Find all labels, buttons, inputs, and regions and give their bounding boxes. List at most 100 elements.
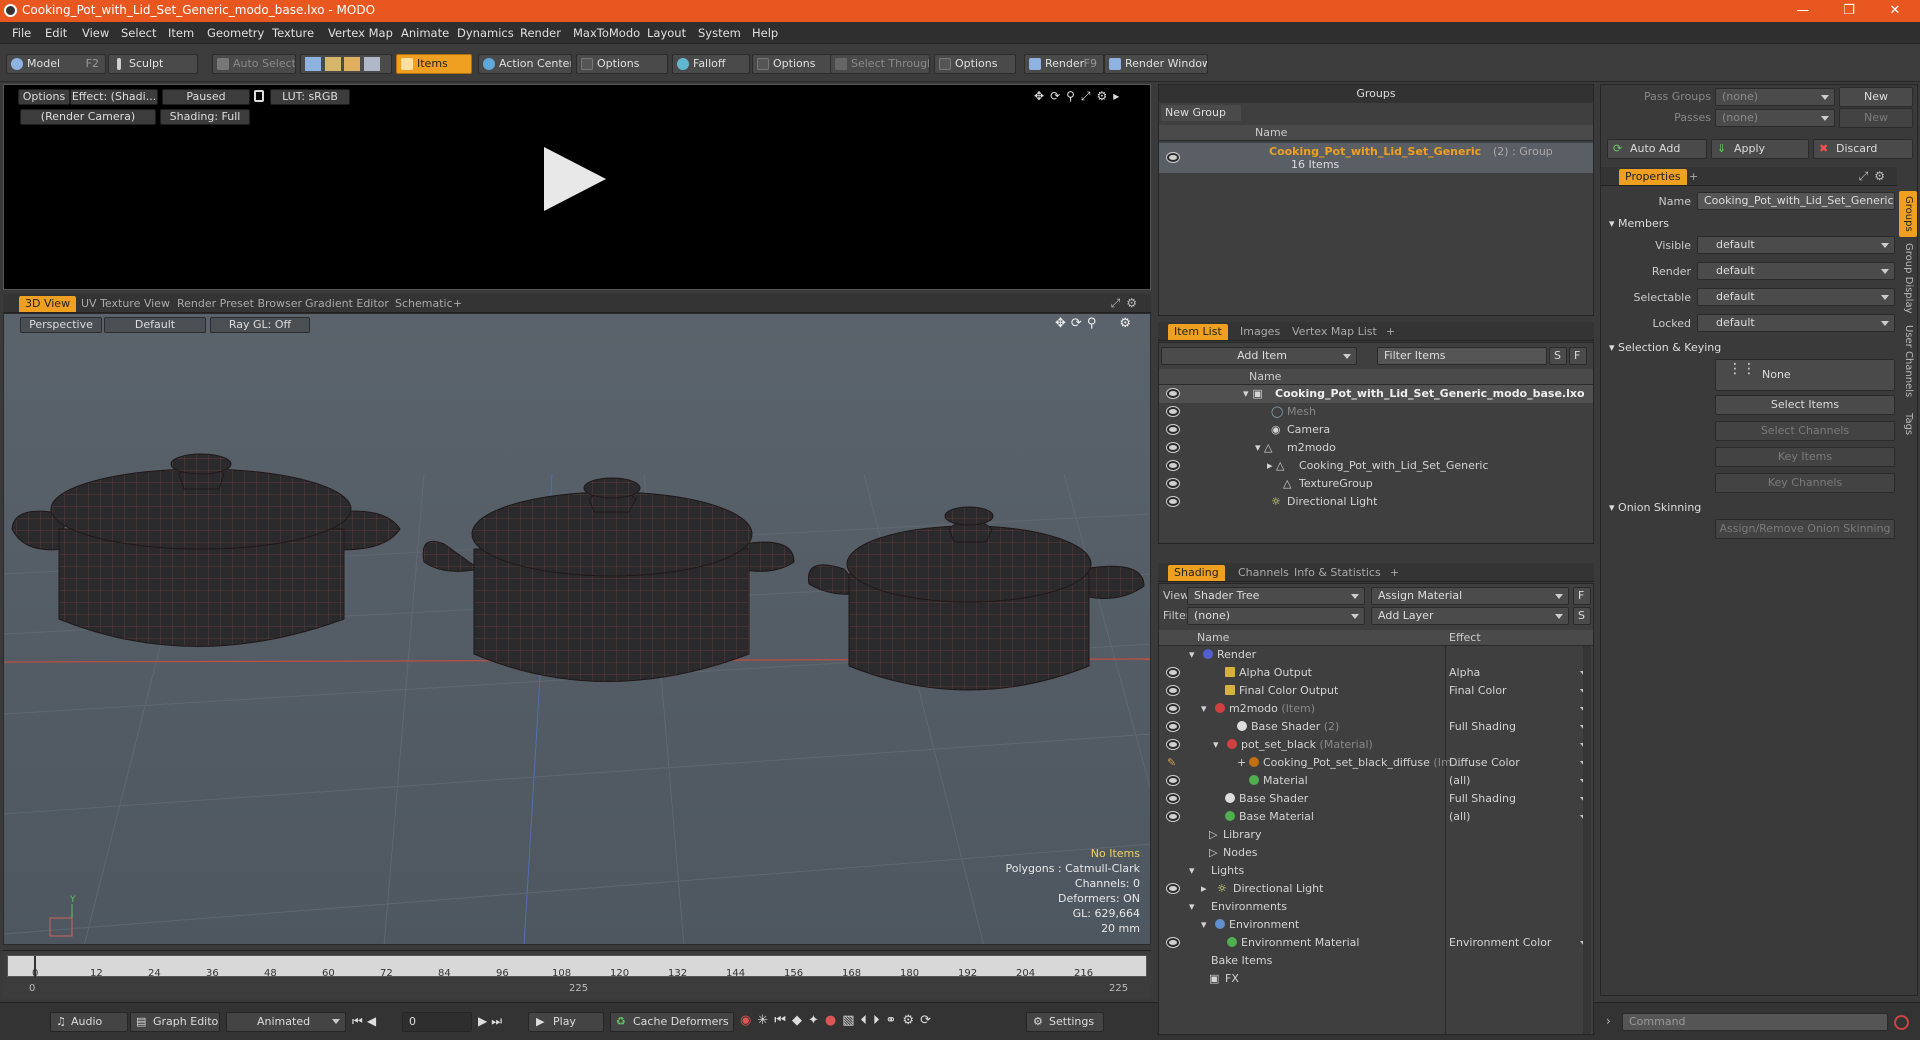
render-window-button[interactable]: Render Window <box>1104 54 1208 74</box>
menu-view[interactable]: View <box>82 26 109 40</box>
cache-deformers-button[interactable]: ♻ Cache Deformers <box>610 1012 734 1032</box>
filter-items-input[interactable]: Filter Items <box>1377 347 1547 365</box>
key-next-icon[interactable]: ✦ <box>808 1013 825 1028</box>
table-row[interactable]: ▾ Environments <box>1159 898 1593 916</box>
none-button[interactable]: ⋮⋮ None <box>1715 359 1895 391</box>
table-row[interactable]: ▾ Environment <box>1159 916 1593 934</box>
s-button[interactable]: S <box>1573 607 1591 625</box>
tab-shading[interactable]: Shading <box>1168 565 1225 581</box>
select-through-button[interactable]: Select Through <box>830 54 930 74</box>
edges-mode-icon[interactable] <box>324 57 341 71</box>
menu-render[interactable]: Render <box>520 26 561 40</box>
preview-paused-button[interactable]: Paused <box>162 89 250 105</box>
maximize-icon[interactable]: ⤢ <box>1859 169 1875 183</box>
tab-images[interactable]: Images <box>1234 324 1286 340</box>
channels-icon[interactable]: ⚙ <box>902 1013 920 1028</box>
auto-key-icon[interactable]: ✳ <box>757 1013 774 1028</box>
menu-vertex-map[interactable]: Vertex Map <box>328 26 393 40</box>
minimize-icon[interactable]: — <box>1780 0 1826 22</box>
action-center-options-button[interactable]: Options <box>576 54 668 74</box>
name-input[interactable]: Cooking_Pot_with_Lid_Set_Generic <box>1697 192 1895 210</box>
loop-icon[interactable]: ⟳ <box>920 1013 937 1028</box>
step-forward-icon[interactable]: ▶ <box>478 1014 491 1028</box>
list-item[interactable]: △ TextureGroup <box>1159 475 1593 493</box>
render-button[interactable]: Render F9 <box>1024 54 1104 74</box>
auto-select-button[interactable]: Auto Select <box>212 54 296 74</box>
eye-icon[interactable] <box>1167 884 1179 893</box>
gear-icon[interactable]: ⚙ <box>1097 89 1114 103</box>
auto-add-button[interactable]: ⟳ Auto Add <box>1607 139 1707 159</box>
zoom-icon[interactable]: ⚲ <box>1066 89 1081 103</box>
polygons-mode-icon[interactable] <box>344 57 360 71</box>
table-row[interactable]: Environment Material Environment Color <box>1159 934 1593 952</box>
menu-geometry[interactable]: Geometry <box>207 26 264 40</box>
vertices-mode-icon[interactable] <box>305 57 321 71</box>
timeline-ruler[interactable]: 0 12 24 36 48 60 72 84 96 108 120 132 14… <box>7 955 1147 979</box>
add-tab-button[interactable]: + <box>1683 169 1704 185</box>
tab-3d-view[interactable]: 3D View <box>19 296 77 312</box>
frame-prev-icon[interactable]: ⏴ <box>861 1013 874 1028</box>
table-row[interactable]: ▾ Lights <box>1159 862 1593 880</box>
list-item[interactable]: ▾ △ m2modo <box>1159 439 1593 457</box>
selectable-dropdown[interactable]: default <box>1697 288 1895 306</box>
pot-left[interactable] <box>11 453 401 647</box>
passes-dropdown[interactable]: (none) <box>1715 109 1835 127</box>
falloff-button[interactable]: Falloff <box>672 54 750 74</box>
maximize-icon[interactable]: ⤢ <box>1111 296 1127 310</box>
f-button[interactable]: F <box>1569 347 1587 365</box>
menu-animate[interactable]: Animate <box>401 26 449 40</box>
gear-icon[interactable]: ⚙ <box>1126 296 1143 310</box>
tab-uv-texture-view[interactable]: UV Texture View <box>75 296 176 312</box>
action-center-button[interactable]: Action Center <box>478 54 572 74</box>
table-row[interactable]: ▣ FX <box>1159 970 1593 988</box>
pot-right[interactable] <box>807 506 1145 691</box>
model-button[interactable]: Model F2 <box>6 54 106 74</box>
list-item[interactable]: ◯ Mesh <box>1159 403 1593 421</box>
materials-mode-icon[interactable] <box>363 57 380 71</box>
eye-icon[interactable] <box>1167 668 1179 677</box>
eye-icon[interactable] <box>1167 740 1179 749</box>
eye-icon[interactable] <box>1167 407 1179 416</box>
table-row[interactable]: ✎ + Cooking_Pot_set_black_diffuse (Im... Di… <box>1159 754 1593 772</box>
selection-keying-section[interactable]: ▾ Selection & Keying <box>1609 341 1721 354</box>
table-row[interactable]: Bake Items <box>1159 952 1593 970</box>
link-icon[interactable]: ⚭ <box>886 1013 903 1028</box>
menu-file[interactable]: File <box>12 26 31 40</box>
render-dropdown[interactable]: default <box>1697 262 1895 280</box>
stop-command-icon[interactable] <box>1894 1015 1909 1030</box>
onion-skinning-section[interactable]: ▾ Onion Skinning <box>1609 501 1701 514</box>
locked-dropdown[interactable]: default <box>1697 314 1895 332</box>
preview-shading-dropdown[interactable]: Shading: Full <box>160 109 250 125</box>
eye-icon[interactable] <box>1167 938 1179 947</box>
move-icon[interactable]: ✥ <box>1034 89 1050 103</box>
f-button[interactable]: F <box>1573 587 1591 605</box>
menu-select[interactable]: Select <box>121 26 156 40</box>
table-row[interactable]: ▷ Library <box>1159 826 1593 844</box>
tab-render-preset-browser[interactable]: Render Preset Browser <box>171 296 308 312</box>
brush-icon[interactable]: ✎ <box>1167 754 1176 772</box>
new-pass-group-button[interactable]: New <box>1839 87 1913 107</box>
group-row[interactable]: Cooking_Pot_with_Lid_Set_Generic (2) : G… <box>1159 143 1593 173</box>
list-item[interactable]: ▾ ▣ Cooking_Pot_with_Lid_Set_Generic_modo… <box>1159 385 1593 403</box>
tab-info-statistics[interactable]: Info & Statistics <box>1288 565 1387 581</box>
key-channels-button[interactable]: Key Channels <box>1715 473 1895 493</box>
menu-item[interactable]: Item <box>168 26 194 40</box>
preview-effect-dropdown[interactable]: Effect: (Shadi... <box>70 89 158 105</box>
range-start[interactable]: 0 <box>29 983 35 994</box>
range-end[interactable]: 225 <box>1109 983 1128 994</box>
play-icon[interactable] <box>544 147 606 211</box>
eye-icon[interactable] <box>1167 425 1179 434</box>
eye-icon[interactable] <box>1167 776 1179 785</box>
maximize-icon[interactable]: ⤢ <box>1081 89 1097 103</box>
add-tab-button[interactable]: + <box>1384 565 1405 581</box>
preview-options-button[interactable]: Options <box>18 89 70 105</box>
sculpt-button[interactable]: Sculpt <box>108 54 198 74</box>
tab-gradient-editor[interactable]: Gradient Editor <box>299 296 395 312</box>
tab-properties[interactable]: Properties <box>1619 169 1687 185</box>
rotate-icon[interactable]: ⟳ <box>1050 89 1066 103</box>
select-items-button[interactable]: Select Items <box>1715 395 1895 415</box>
list-item[interactable]: ▸ △ Cooking_Pot_with_Lid_Set_Generic <box>1159 457 1593 475</box>
record-icon[interactable]: ◉ <box>740 1013 757 1028</box>
eye-icon[interactable] <box>1167 722 1179 731</box>
vtab-user-channels[interactable]: User Channels <box>1899 319 1917 403</box>
